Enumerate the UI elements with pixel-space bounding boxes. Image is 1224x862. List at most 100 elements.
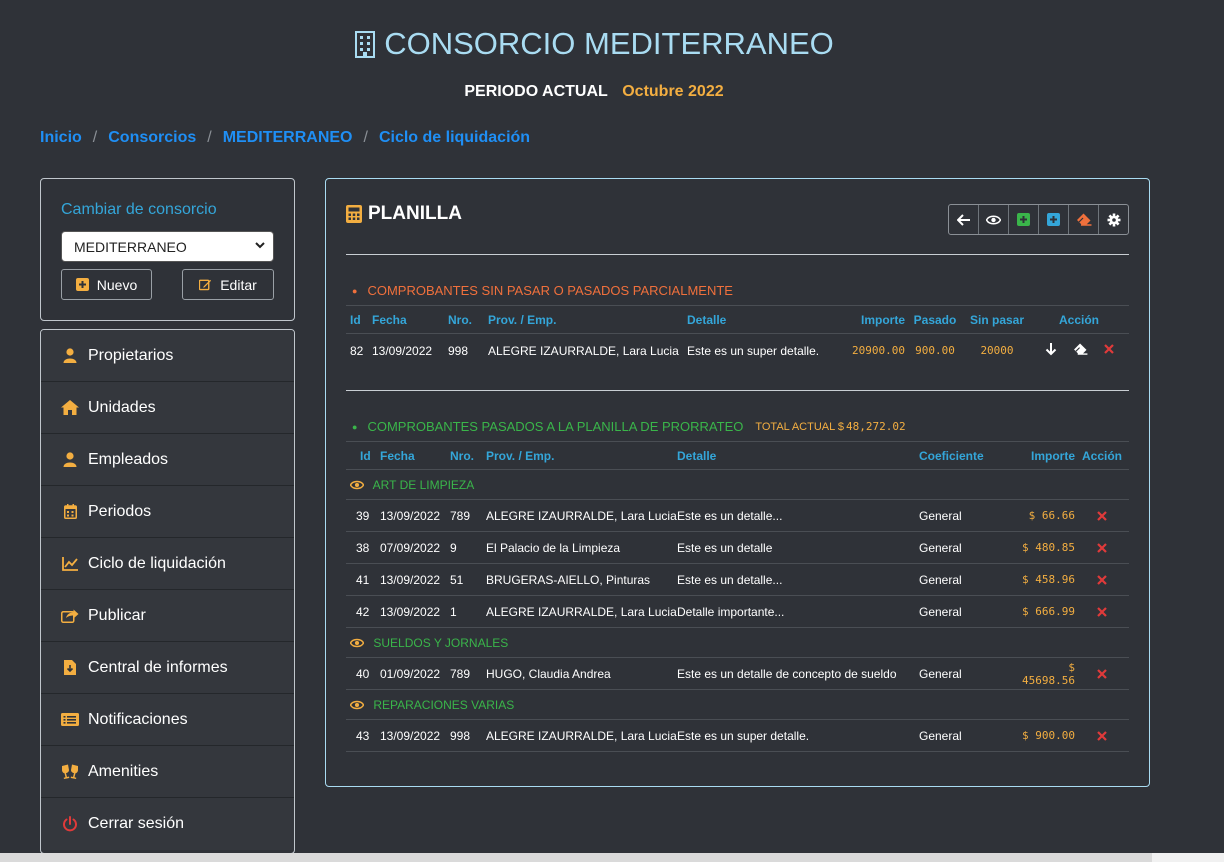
sidebar-item-label: Amenities xyxy=(88,762,159,780)
cell-fecha: 13/09/2022 xyxy=(380,563,450,596)
cell-prov: ALEGRE IZAURRALDE, Lara Lucia xyxy=(486,499,677,532)
consorcio-select[interactable]: MEDITERRANEO xyxy=(61,231,274,262)
col-fecha: Fecha xyxy=(372,305,448,334)
horizontal-scrollbar[interactable] xyxy=(0,853,1152,862)
cell-importe: $ 45698.56 xyxy=(1009,657,1075,690)
calculator-icon xyxy=(346,205,362,223)
divider xyxy=(346,390,1129,391)
eraser-icon[interactable] xyxy=(1073,343,1088,356)
cell-detalle: Este es un detalle... xyxy=(677,499,919,532)
breadcrumb-separator: / xyxy=(92,129,98,146)
col-importe: Importe xyxy=(1009,441,1075,470)
periodo-value: Octubre 2022 xyxy=(622,83,724,100)
close-icon[interactable] xyxy=(1104,344,1114,355)
eye-icon xyxy=(986,215,1001,224)
breadcrumb-consorcios[interactable]: Consorcios xyxy=(108,129,196,147)
cell-prov: ALEGRE IZAURRALDE, Lara Lucia xyxy=(486,595,677,628)
col-id: Id xyxy=(346,441,380,470)
sidebar-item-cerrar-sesion[interactable]: Cerrar sesión xyxy=(41,798,294,850)
col-sin-pasar: Sin pasar xyxy=(965,305,1029,334)
table-header-row: Id Fecha Nro. Prov. / Emp. Detalle Impor… xyxy=(346,305,1129,334)
eye-icon[interactable] xyxy=(350,638,364,648)
cell-nro: 789 xyxy=(450,499,486,532)
close-icon[interactable] xyxy=(1097,731,1107,742)
add-blue-button[interactable] xyxy=(1039,205,1069,234)
calendar-icon xyxy=(61,504,79,520)
sidebar-item-notificaciones[interactable]: Notificaciones xyxy=(41,694,294,746)
sidebar-item-label: Empleados xyxy=(88,450,169,468)
col-detalle: Detalle xyxy=(677,441,919,470)
sidebar-item-periodos[interactable]: Periodos xyxy=(41,486,294,538)
table-row: 39 13/09/2022 789 ALEGRE IZAURRALDE, Lar… xyxy=(346,499,1129,532)
breadcrumb-separator: / xyxy=(207,129,212,146)
cell-id: 82 xyxy=(350,343,364,358)
cell-id: 40 xyxy=(346,657,380,690)
col-id: Id xyxy=(346,305,372,334)
eye-icon[interactable] xyxy=(350,480,364,490)
eye-icon[interactable] xyxy=(350,700,364,710)
settings-button[interactable] xyxy=(1099,205,1128,234)
breadcrumb-mediterraneo[interactable]: MEDITERRANEO xyxy=(223,129,353,147)
table-row: 40 01/09/2022 789 HUGO, Claudia Andrea E… xyxy=(346,657,1129,690)
group-name: REPARACIONES VARIAS xyxy=(373,697,515,712)
close-icon[interactable] xyxy=(1097,669,1107,680)
sidebar-item-empleados[interactable]: Empleados xyxy=(41,434,294,486)
group-name: SUELDOS Y JORNALES xyxy=(373,635,509,650)
cell-accion xyxy=(1075,719,1129,752)
cell-prov: El Palacio de la Limpieza xyxy=(486,531,677,564)
col-accion: Acción xyxy=(1075,441,1129,470)
cell-id: 38 xyxy=(346,531,380,564)
power-icon xyxy=(61,816,79,832)
close-icon[interactable] xyxy=(1097,575,1107,586)
close-icon[interactable] xyxy=(1097,543,1107,554)
periodo-label: PERIODO ACTUAL xyxy=(464,83,608,100)
cell-coeficiente: General xyxy=(919,563,1009,596)
cell-detalle: Este es un super detalle. xyxy=(677,719,919,752)
cell-prov: BRUGERAS-AIELLO, Pinturas xyxy=(486,563,677,596)
breadcrumb-inicio[interactable]: Inicio xyxy=(40,129,82,147)
table-header-row: Id Fecha Nro. Prov. / Emp. Detalle Coefi… xyxy=(346,441,1129,470)
sidebar-item-ciclo-liquidacion[interactable]: Ciclo de liquidación xyxy=(41,538,294,590)
cell-coeficiente: General xyxy=(919,657,1009,690)
sidebar-item-unidades[interactable]: Unidades xyxy=(41,382,294,434)
back-button[interactable] xyxy=(949,205,979,234)
file-download-icon xyxy=(61,660,79,676)
group-row: ART DE LIMPIEZA xyxy=(346,469,1129,500)
col-accion: Acción xyxy=(1029,305,1129,334)
cell-sin-pasar: 20000 xyxy=(980,344,1014,358)
cell-accion xyxy=(1075,657,1129,690)
cell-prov: ALEGRE IZAURRALDE, Lara Lucia xyxy=(486,719,677,752)
consorcio-select-value: MEDITERRANEO xyxy=(74,239,187,255)
cell-detalle: Este es un super detalle. xyxy=(687,343,820,358)
arrow-down-icon[interactable] xyxy=(1045,342,1057,356)
close-icon[interactable] xyxy=(1097,607,1107,618)
col-fecha: Fecha xyxy=(380,441,450,470)
home-icon xyxy=(61,400,79,416)
new-button-label: Nuevo xyxy=(96,276,138,293)
cell-fecha: 01/09/2022 xyxy=(380,657,450,690)
sidebar-item-amenities[interactable]: Amenities xyxy=(41,746,294,798)
sidebar-item-publicar[interactable]: Publicar xyxy=(41,590,294,642)
sidebar-item-label: Cerrar sesión xyxy=(88,815,185,832)
add-green-button[interactable] xyxy=(1009,205,1039,234)
close-icon[interactable] xyxy=(1097,511,1107,522)
passed-heading-text: COMPROBANTES PASADOS A LA PLANILLA DE PR… xyxy=(367,419,744,434)
cell-id: 42 xyxy=(346,595,380,628)
sidebar-item-propietarios[interactable]: Propietarios xyxy=(41,330,294,382)
share-icon xyxy=(61,608,79,624)
view-button[interactable] xyxy=(979,205,1009,234)
new-consorcio-button[interactable]: Nuevo xyxy=(61,269,152,300)
cell-id: 39 xyxy=(346,499,380,532)
page-title: CONSORCIO MEDITERRANEO xyxy=(354,26,834,62)
divider xyxy=(346,254,1129,255)
sidebar-item-central-informes[interactable]: Central de informes xyxy=(41,642,294,694)
cell-prov: HUGO, Claudia Andrea xyxy=(486,657,677,690)
page-title-text: CONSORCIO MEDITERRANEO xyxy=(384,26,834,61)
edit-consorcio-button[interactable]: Editar xyxy=(182,269,274,300)
chart-line-icon xyxy=(61,556,79,572)
erase-button[interactable] xyxy=(1069,205,1099,234)
col-coeficiente: Coeficiente xyxy=(919,441,1009,470)
group-name: ART DE LIMPIEZA xyxy=(372,477,475,492)
sidebar-item-label: Ciclo de liquidación xyxy=(88,554,226,572)
breadcrumb-ciclo[interactable]: Ciclo de liquidación xyxy=(379,129,530,147)
